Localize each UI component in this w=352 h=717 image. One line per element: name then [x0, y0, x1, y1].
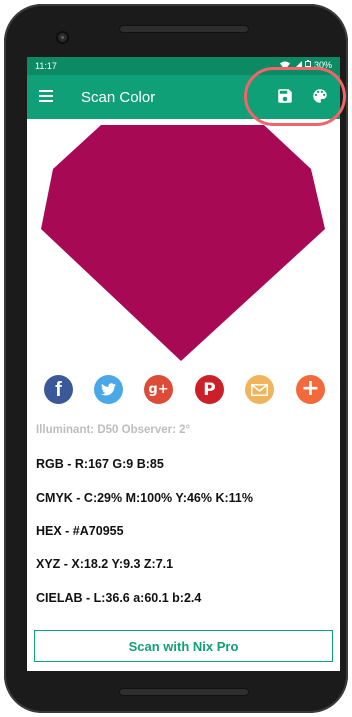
- bottom-speaker: [119, 688, 249, 696]
- highlight-annotation: [244, 67, 346, 126]
- illuminant-info: Illuminant: D50 Observer: 2°: [36, 424, 191, 436]
- twitter-share-button[interactable]: [94, 375, 123, 404]
- hex-value: HEX - #A70955: [36, 524, 124, 538]
- twitter-icon: [101, 383, 116, 396]
- facebook-share-button[interactable]: f: [44, 375, 73, 404]
- share-row: f g+ P +: [44, 375, 327, 405]
- color-swatch: [41, 125, 325, 361]
- screen: 11:17 30% Scan Color f g+ P + Illuminant…: [27, 57, 340, 671]
- page-title: Scan Color: [81, 89, 156, 106]
- cielab-value: CIELAB - L:36.6 a:60.1 b:2.4: [36, 591, 202, 605]
- email-icon: [251, 384, 268, 396]
- more-share-button[interactable]: +: [296, 375, 325, 404]
- menu-icon[interactable]: [39, 90, 53, 104]
- google-plus-share-button[interactable]: g+: [144, 375, 173, 404]
- pinterest-share-button[interactable]: P: [195, 375, 224, 404]
- top-speaker: [119, 25, 249, 33]
- email-share-button[interactable]: [245, 375, 274, 404]
- status-time: 11:17: [35, 61, 57, 71]
- front-camera: [56, 31, 69, 44]
- cmyk-value: CMYK - C:29% M:100% Y:46% K:11%: [36, 491, 253, 505]
- xyz-value: XYZ - X:18.2 Y:9.3 Z:7.1: [36, 557, 174, 571]
- rgb-value: RGB - R:167 G:9 B:85: [36, 457, 164, 471]
- scan-with-nix-pro-button[interactable]: Scan with Nix Pro: [34, 630, 333, 662]
